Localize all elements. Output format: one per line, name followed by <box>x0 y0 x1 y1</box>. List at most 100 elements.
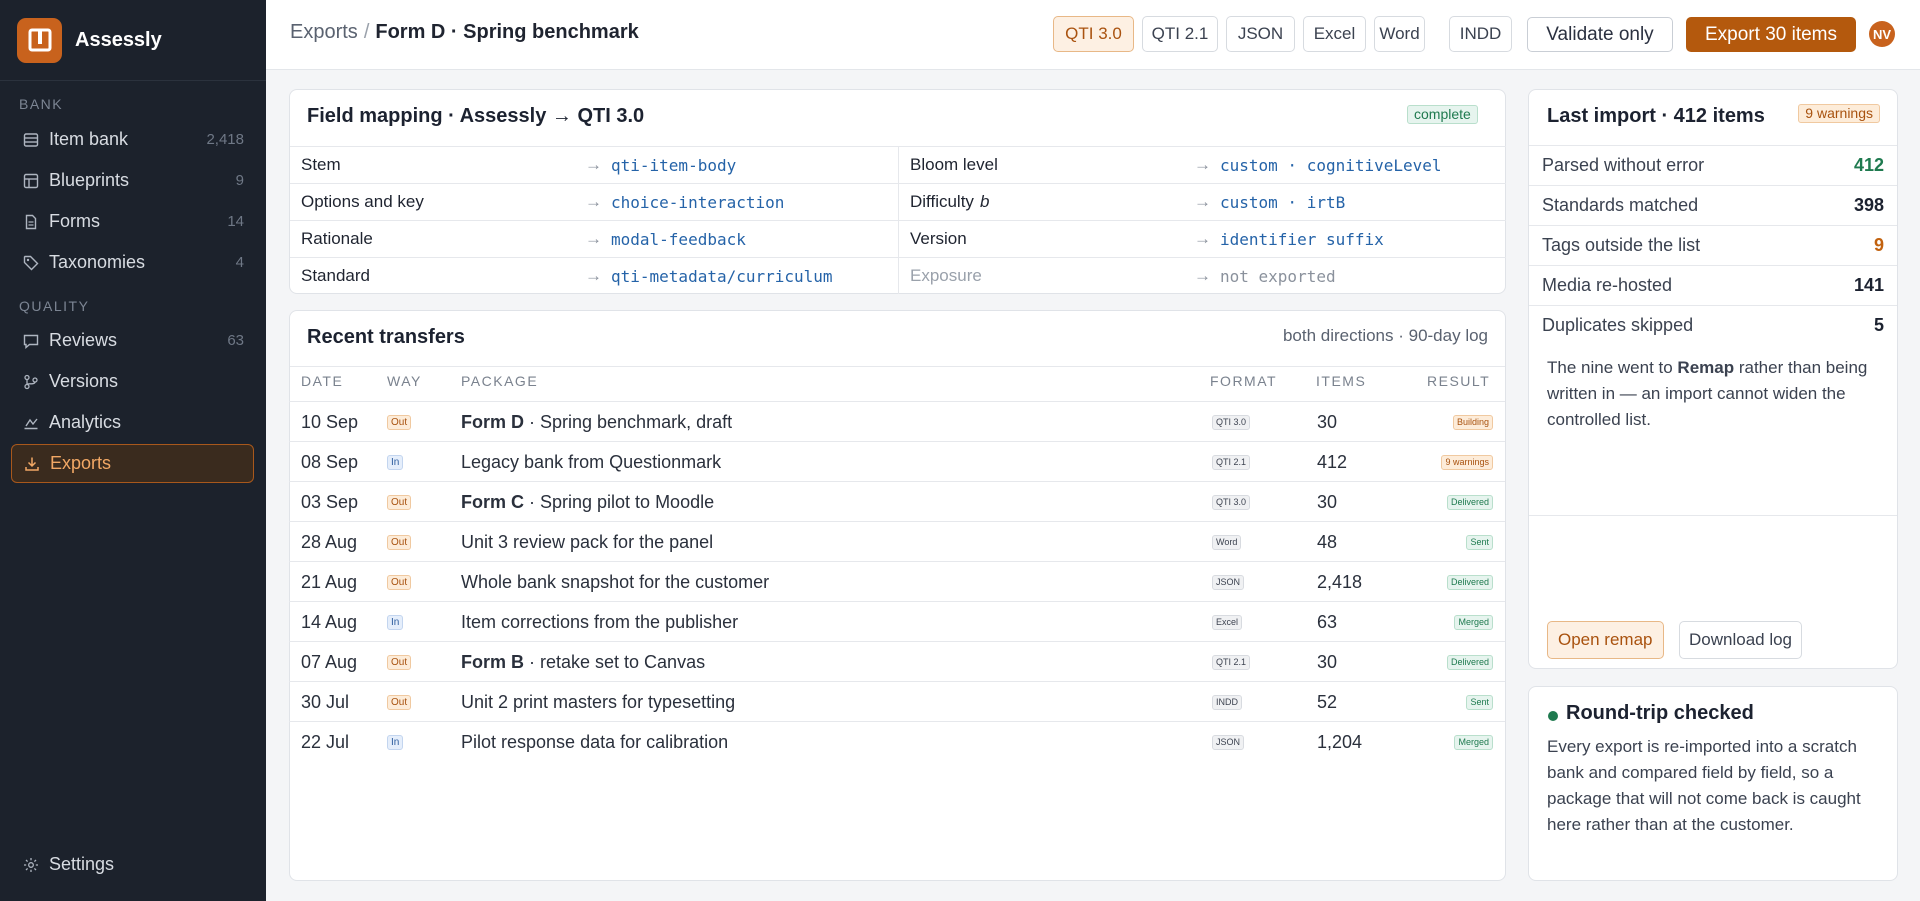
stat-label: Tags outside the list <box>1542 235 1701 255</box>
cell-date: 28 Aug <box>301 532 358 552</box>
sidebar-item-count: 63 <box>227 332 244 349</box>
column-header-result[interactable]: RESULT <box>1427 373 1490 389</box>
mapping-field: Exposure <box>910 266 982 285</box>
format-word-button[interactable]: Word <box>1374 16 1425 52</box>
table-row[interactable]: 10 Sep Out Form D · Spring benchmark, draf… <box>289 401 1505 441</box>
avatar[interactable]: NV <box>1869 21 1895 47</box>
divider <box>290 366 1505 367</box>
field-mapping-title: Field mapping · Assessly → QTI 3.0 <box>307 105 645 127</box>
package-name: Whole bank snapshot for the customer <box>461 572 770 592</box>
table-row[interactable]: 14 Aug In Item corrections from the publis… <box>289 601 1505 641</box>
breadcrumb-separator: / <box>363 21 370 43</box>
result-badge: Merged <box>1454 615 1493 630</box>
mapping-row[interactable]: Options and key → choice-interaction <box>290 183 898 220</box>
format-excel-button[interactable]: Excel <box>1303 16 1366 52</box>
format-qti30-button[interactable]: QTI 3.0 <box>1053 16 1134 52</box>
result-badge: Delivered <box>1446 495 1493 510</box>
sidebar-item-versions[interactable]: Versions <box>11 362 254 401</box>
app-logo[interactable] <box>17 17 62 63</box>
top-bar: Exports / Form D · Spring benchmark QTI 3.… <box>266 0 1920 70</box>
sidebar-item-count: 9 <box>235 172 244 189</box>
sidebar-item-label: Forms <box>49 211 100 231</box>
mapping-row[interactable]: Stem → qti-item-body <box>290 146 898 183</box>
export-button[interactable]: Export 30 items <box>1686 17 1856 52</box>
app-name: Assessly <box>75 28 162 51</box>
sidebar-item-label: Taxonomies <box>49 252 146 272</box>
chart-icon <box>22 414 40 432</box>
package-form: Form D <box>461 412 524 432</box>
format-json-button[interactable]: JSON <box>1226 16 1295 52</box>
mapping-row[interactable]: Difficulty b → custom · irtB <box>899 183 1506 220</box>
cell-items: 52 <box>1317 692 1338 712</box>
sidebar-item-exports[interactable]: Exports <box>11 444 254 483</box>
package-form: Form C <box>461 492 524 512</box>
column-header-format[interactable]: FORMAT <box>1210 373 1277 389</box>
sidebar-item-taxonomies[interactable]: Taxonomies 4 <box>11 243 254 282</box>
warnings-badge: 9 warnings <box>1798 104 1880 123</box>
cell-items: 1,204 <box>1317 732 1363 752</box>
cell-package: Form B · retake set to Canvas <box>461 652 705 673</box>
sidebar-item-count: 14 <box>227 213 244 230</box>
round-trip-title: Round-trip checked <box>1566 702 1754 724</box>
table-row[interactable]: 30 Jul Out Unit 2 print masters for typese… <box>289 681 1505 721</box>
cell-items: 30 <box>1317 412 1338 432</box>
result-badge: Delivered <box>1446 655 1493 670</box>
sidebar-item-blueprints[interactable]: Blueprints 9 <box>11 161 254 200</box>
format-badge: Excel <box>1212 615 1243 630</box>
stat-label: Parsed without error <box>1542 155 1705 175</box>
column-header-way[interactable]: WAY <box>387 373 422 389</box>
result-badge: Sent <box>1466 535 1493 550</box>
cell-package: Whole bank snapshot for the customer <box>461 572 769 593</box>
format-badge: INDD <box>1212 695 1242 710</box>
mapping-target: custom · cognitiveLevel <box>1220 155 1442 175</box>
format-indd-button[interactable]: INDD <box>1449 16 1512 52</box>
column-header-date[interactable]: DATE <box>301 373 343 389</box>
way-badge: Out <box>387 695 412 710</box>
mapping-row[interactable]: Exposure → not exported <box>899 257 1506 294</box>
package-name: · Spring benchmark, draft <box>524 412 733 432</box>
cell-package: Form C · Spring pilot to Moodle <box>461 492 714 513</box>
arrow-icon: → <box>585 155 602 174</box>
mapping-field: Difficulty <box>910 192 974 211</box>
sidebar-item-count: 4 <box>235 254 244 271</box>
cell-items: 2,418 <box>1317 572 1363 592</box>
cell-package: Unit 3 review pack for the panel <box>461 532 713 553</box>
mapping-row[interactable]: Bloom level → custom · cognitiveLevel <box>899 146 1506 183</box>
breadcrumb-current: Form D · Spring benchmark <box>375 21 639 43</box>
column-header-package[interactable]: PACKAGE <box>461 373 538 389</box>
table-row[interactable]: 28 Aug Out Unit 3 review pack for the pane… <box>289 521 1505 561</box>
import-stat-row: Standards matched 398 <box>1529 185 1897 225</box>
download-log-button[interactable]: Download log <box>1679 621 1803 659</box>
arrow-icon: → <box>585 266 602 285</box>
table-row[interactable]: 21 Aug Out Whole bank snapshot for the cus… <box>289 561 1505 601</box>
sidebar-item-item-bank[interactable]: Item bank 2,418 <box>11 120 254 159</box>
mapping-row[interactable]: Rationale → modal-feedback <box>290 220 898 257</box>
mapping-target: modal-feedback <box>611 229 746 249</box>
sidebar-item-label: Versions <box>49 371 119 391</box>
mapping-row[interactable]: Standard → qti-metadata/curriculum <box>290 257 898 294</box>
sidebar-item-forms[interactable]: Forms 14 <box>11 202 254 241</box>
open-remap-button[interactable]: Open remap <box>1547 621 1664 659</box>
mapping-row[interactable]: Version → identifier suffix <box>899 220 1506 257</box>
table-row[interactable]: 22 Jul In Pilot response data for calibrat… <box>289 721 1505 761</box>
column-header-items[interactable]: ITEMS <box>1316 373 1366 389</box>
cell-date: 22 Jul <box>301 732 350 752</box>
download-icon <box>23 455 41 473</box>
format-qti21-button[interactable]: QTI 2.1 <box>1142 16 1218 52</box>
brand: Assessly <box>0 0 266 81</box>
breadcrumb-root[interactable]: Exports <box>290 21 358 43</box>
sidebar-item-settings[interactable]: Settings <box>11 845 254 884</box>
validate-only-button[interactable]: Validate only <box>1527 17 1673 52</box>
table-row[interactable]: 03 Sep Out Form C · Spring pilot to Moodle… <box>289 481 1505 521</box>
table-row[interactable]: 08 Sep In Legacy bank from Questionmark QTI… <box>289 441 1505 481</box>
cell-date: 08 Sep <box>301 452 359 472</box>
mapping-target: choice-interaction <box>611 192 785 212</box>
result-badge: Merged <box>1454 735 1493 750</box>
sidebar-item-analytics[interactable]: Analytics <box>11 403 254 442</box>
stat-value: 9 <box>1873 235 1884 255</box>
sidebar-item-reviews[interactable]: Reviews 63 <box>11 321 254 360</box>
cell-items: 30 <box>1317 652 1338 672</box>
recent-transfers-subtitle: both directions · 90-day log <box>1282 326 1488 345</box>
table-row[interactable]: 07 Aug Out Form B · retake set to Canvas QT… <box>289 641 1505 681</box>
mapping-target: qti-item-body <box>611 155 737 175</box>
